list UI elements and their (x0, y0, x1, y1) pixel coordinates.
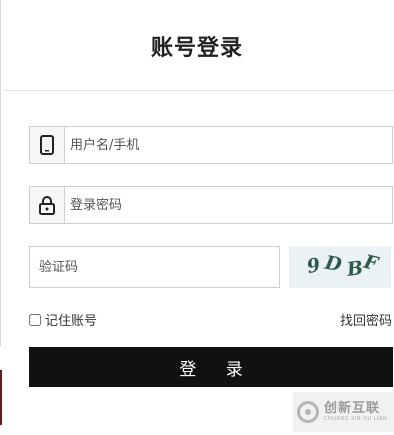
password-input[interactable] (64, 187, 392, 223)
title-divider (4, 90, 394, 91)
watermark-logo-icon (297, 401, 319, 423)
page-title: 账号登录 (150, 36, 243, 61)
lock-icon (30, 187, 65, 223)
captcha-char: 9 (304, 253, 323, 279)
remember-label: 记住账号 (45, 314, 98, 329)
captcha-char: D (323, 251, 344, 277)
username-field (29, 126, 393, 164)
captcha-input[interactable] (30, 247, 279, 287)
watermark: 创新互联 CHUANG XIN HU LIAN (293, 392, 394, 432)
watermark-subtext: CHUANG XIN HU LIAN (324, 416, 388, 422)
forgot-password-link[interactable]: 找回密码 (340, 310, 392, 329)
remember-checkbox[interactable] (29, 313, 41, 326)
left-edge-accent (0, 370, 2, 425)
remember-account[interactable]: 记住账号 (29, 310, 97, 329)
password-field (29, 186, 393, 224)
login-button[interactable]: 登 录 (29, 347, 393, 387)
username-input[interactable] (64, 127, 392, 163)
captcha-field (29, 246, 280, 288)
watermark-text: 创新互联 (324, 401, 381, 416)
phone-icon (30, 127, 65, 163)
captcha-char: F (361, 250, 380, 276)
captcha-image[interactable]: 9 D B F (289, 246, 391, 288)
